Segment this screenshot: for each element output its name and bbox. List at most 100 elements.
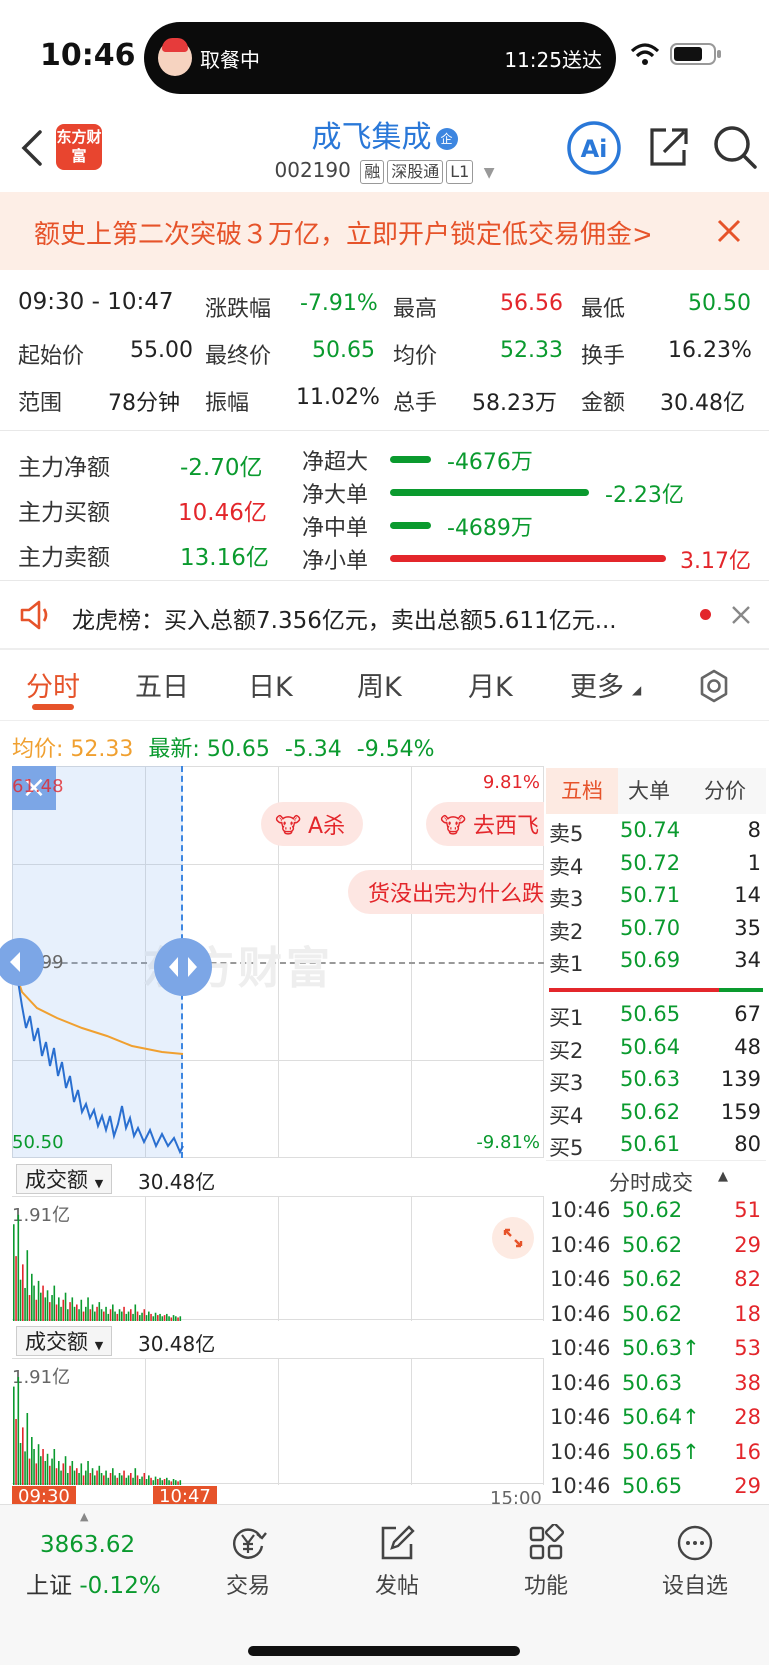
close-icon[interactable] bbox=[716, 218, 742, 244]
tick-vol: 16 bbox=[734, 1439, 761, 1464]
level-price[interactable]: 50.63 bbox=[620, 1067, 680, 1091]
tab-daily-k[interactable]: 日K bbox=[248, 665, 293, 704]
tab-intraday[interactable]: 分时 bbox=[26, 665, 80, 704]
status-time: 10:46 bbox=[40, 38, 136, 73]
close-icon[interactable] bbox=[731, 605, 751, 625]
tab-more[interactable]: 更多 bbox=[570, 665, 624, 704]
level-price[interactable]: 50.71 bbox=[620, 883, 680, 907]
volume-header: 成交额 ▼ 30.48亿 bbox=[12, 1160, 544, 1196]
volume-bar bbox=[13, 1224, 15, 1321]
bottom-nav-items: ▲ 3863.62 上证 -0.12% 交易 发帖 功能 设自选 bbox=[0, 1504, 769, 1665]
stat-change-pct: -7.91% bbox=[300, 291, 378, 316]
volume-bar bbox=[64, 1456, 67, 1485]
volume-selector[interactable]: 成交额 ▼ bbox=[16, 1326, 113, 1356]
tab-five-day[interactable]: 五日 bbox=[135, 665, 189, 704]
level-price[interactable]: 50.62 bbox=[620, 1100, 680, 1124]
volume-bar bbox=[139, 1479, 141, 1485]
chevron-down-icon[interactable]: ▼ bbox=[484, 165, 495, 181]
expand-icon[interactable] bbox=[492, 1217, 534, 1259]
volume-bar bbox=[37, 1280, 40, 1321]
tick-price: 50.62 bbox=[622, 1232, 683, 1257]
stat-label: 范围 bbox=[18, 391, 63, 416]
volume-bar bbox=[154, 1312, 157, 1321]
volume-bar bbox=[136, 1475, 139, 1485]
volume-bar bbox=[91, 1468, 94, 1485]
yen-exchange-icon bbox=[233, 1528, 267, 1559]
volume-bar bbox=[121, 1311, 123, 1321]
volume-bar bbox=[152, 1480, 155, 1485]
level-price[interactable]: 50.72 bbox=[620, 851, 680, 875]
level-vol: 80 bbox=[734, 1132, 761, 1156]
comment-bubble[interactable]: 🐮 去西飞 bbox=[426, 802, 544, 846]
tick-vol: 51 bbox=[734, 1198, 761, 1222]
nav-trade[interactable]: 交易 bbox=[193, 1524, 303, 1600]
volume-bar bbox=[76, 1468, 78, 1485]
dynamic-island[interactable]: 取餐中 11:25送达 bbox=[144, 22, 616, 94]
tab-price-dist[interactable]: 分价 bbox=[704, 768, 746, 814]
intraday-chart[interactable]: 东方财富 × 61.48 55.99 50.50 9.81% -9.81% 🐮 … bbox=[0, 766, 544, 1158]
comment-bubble[interactable]: 🐮 A杀 bbox=[261, 802, 364, 846]
nav-functions[interactable]: 功能 bbox=[491, 1524, 601, 1600]
volume-selector-label: 成交额 bbox=[25, 1168, 88, 1192]
level-vol: 159 bbox=[720, 1099, 761, 1124]
nav-trade-label: 交易 bbox=[225, 1574, 270, 1599]
index-value[interactable]: 3863.62 bbox=[40, 1532, 135, 1558]
level-price[interactable]: 50.61 bbox=[620, 1132, 680, 1156]
volume-bar bbox=[112, 1468, 114, 1485]
level-vol: 139 bbox=[720, 1067, 761, 1091]
index-row[interactable]: 上证 -0.12% bbox=[26, 1566, 161, 1600]
flow-label: 净小单 bbox=[302, 549, 369, 574]
search-icon[interactable] bbox=[712, 124, 758, 172]
tab-large-orders[interactable]: 大单 bbox=[628, 768, 670, 814]
volume-chart[interactable]: 1.91亿 bbox=[12, 1196, 544, 1321]
volume-bar bbox=[163, 1315, 166, 1321]
level-price[interactable]: 50.64 bbox=[620, 1035, 680, 1059]
ai-assistant-icon[interactable]: Ai bbox=[566, 120, 622, 176]
volume-bar bbox=[114, 1475, 116, 1485]
ticks-header[interactable]: 分时成交 ▲ bbox=[546, 1160, 766, 1196]
comment-text: 去西飞 bbox=[473, 814, 540, 839]
gear-icon[interactable] bbox=[696, 668, 732, 704]
tab-five-levels[interactable]: 五档 bbox=[546, 768, 618, 814]
home-indicator[interactable] bbox=[248, 1646, 520, 1656]
volume-bar bbox=[166, 1313, 168, 1321]
divider bbox=[0, 720, 769, 721]
level-price[interactable]: 50.69 bbox=[620, 948, 680, 972]
dragon-tiger-text[interactable]: 龙虎榜：买入总额7.356亿元，卖出总额5.611亿元... bbox=[72, 601, 617, 635]
volume-bar bbox=[141, 1312, 143, 1321]
promo-text: 额史上第二次突破３万亿，立即开户锁定低交易佣金> bbox=[34, 220, 654, 250]
volume-bar bbox=[53, 1449, 56, 1485]
flow-bar bbox=[390, 522, 431, 529]
volume-selector[interactable]: 成交额 ▼ bbox=[16, 1164, 113, 1194]
level-price[interactable]: 50.74 bbox=[620, 818, 680, 842]
volume-bar bbox=[62, 1299, 65, 1321]
capital-sell: 13.16亿 bbox=[180, 545, 269, 571]
volume-bar bbox=[175, 1480, 177, 1485]
divider bbox=[0, 430, 769, 431]
index-name: 上证 bbox=[26, 1573, 72, 1599]
share-icon[interactable] bbox=[646, 124, 690, 170]
volume-bar bbox=[168, 1480, 170, 1485]
flow-label: 净中单 bbox=[302, 516, 369, 541]
left-handle[interactable] bbox=[0, 938, 44, 986]
bid-ask-ratio-green bbox=[719, 988, 763, 992]
tab-monthly-k[interactable]: 月K bbox=[468, 665, 513, 704]
volume-bar bbox=[78, 1473, 80, 1485]
right-handle[interactable] bbox=[154, 938, 212, 996]
tick-vol: 29 bbox=[734, 1232, 761, 1257]
tick-vol: 82 bbox=[734, 1267, 761, 1291]
promo-banner[interactable]: 额史上第二次突破３万亿，立即开户锁定低交易佣金> bbox=[0, 192, 769, 270]
avg-label: 均价: bbox=[12, 737, 64, 762]
chevron-down-icon: ▼ bbox=[94, 1177, 104, 1190]
stat-high: 56.56 bbox=[500, 291, 563, 316]
tab-weekly-k[interactable]: 周K bbox=[357, 665, 402, 704]
nav-post[interactable]: 发帖 bbox=[342, 1524, 452, 1600]
nav-add-watchlist[interactable]: 设自选 bbox=[640, 1524, 750, 1600]
stat-label: 金额 bbox=[581, 391, 626, 416]
comment-bubble[interactable]: 货没出完为什么跌 bbox=[348, 870, 544, 914]
volume-chart[interactable]: 1.91亿 bbox=[12, 1358, 544, 1485]
island-eta: 11:25送达 bbox=[504, 48, 602, 72]
level-price[interactable]: 50.70 bbox=[620, 916, 680, 940]
volume-bar bbox=[166, 1477, 168, 1485]
level-price[interactable]: 50.65 bbox=[620, 1002, 680, 1026]
